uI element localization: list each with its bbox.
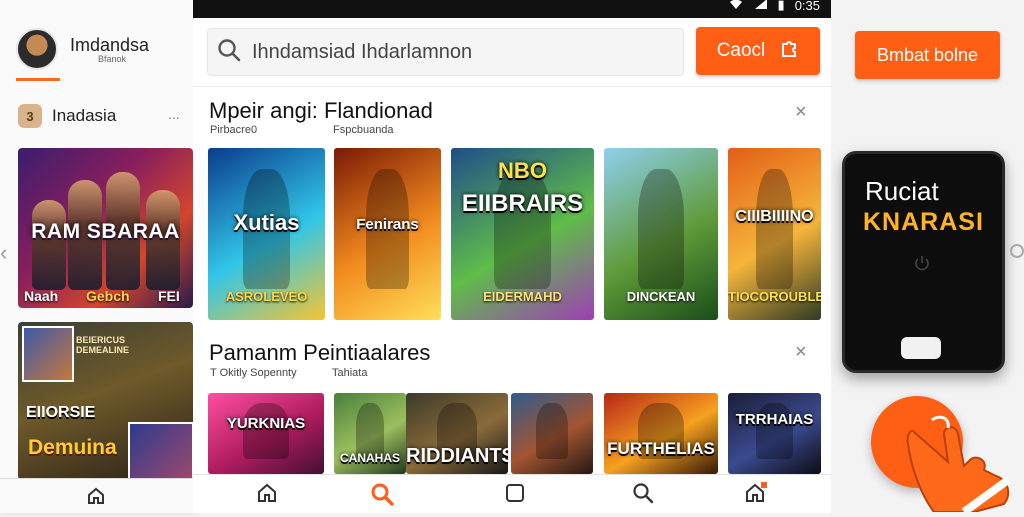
search-bar[interactable] [207, 28, 684, 76]
banner-mini-thumbnail [128, 422, 193, 480]
phone-text: Ruciat [865, 176, 939, 206]
game-tile[interactable]: RIDDIANTS [406, 393, 508, 474]
game-tile[interactable]: TRRHAIAS [728, 393, 821, 474]
tile-caption: ASROLEVEO [225, 289, 308, 304]
tile-title: EIIBRAIRS [461, 190, 584, 217]
tile-art [493, 168, 552, 290]
cancel-label: Caocl [716, 40, 766, 61]
close-icon[interactable]: × [795, 341, 807, 364]
avatar[interactable] [16, 28, 58, 70]
section-subtitle: T Okitly Sopennty [210, 367, 297, 379]
primary-action-button[interactable]: Bmbat bolne [855, 31, 1000, 79]
game-tile[interactable]: YURKNIAS [208, 393, 324, 474]
wifi-icon [728, 0, 744, 13]
home-icon[interactable] [744, 482, 768, 509]
profile-underline [16, 78, 60, 81]
tile-title: RIDDIANTS [406, 445, 508, 467]
game-tile[interactable]: Xutias ASROLEVEO [208, 148, 325, 320]
banner-heading: BEIERICUS DEMEALINE [76, 335, 130, 355]
search-icon[interactable] [216, 37, 242, 68]
section-badge: 3 [18, 104, 42, 128]
game-tile[interactable] [511, 393, 593, 474]
game-tile[interactable]: CANAHAS [334, 393, 406, 474]
banner-caption: FEI [158, 288, 180, 304]
power-icon [913, 254, 931, 277]
section-title: Mpeir angi: Flandionad [209, 98, 433, 123]
tile-title: TRRHAIAS [735, 411, 814, 428]
search-input[interactable] [250, 39, 674, 65]
search-icon[interactable] [632, 482, 654, 509]
game-tile[interactable]: DINCKEAN [604, 148, 718, 320]
status-time: 0:35 [794, 0, 820, 13]
tile-title: FURTHELIAS [607, 439, 715, 458]
tile-title: Fenirans [356, 216, 419, 233]
banner-title: EIIORSIE [26, 404, 96, 421]
section-subtitle: Fspcbuanda [333, 124, 394, 136]
signal-icon [754, 0, 768, 13]
phone-text: KNARASI [863, 208, 984, 236]
game-tile[interactable]: Fenirans [334, 148, 441, 320]
profile[interactable]: Imdandsa Bfanok [16, 28, 149, 70]
tile-art [638, 168, 684, 290]
tile-title: CANAHAS [340, 451, 400, 465]
home-icon[interactable] [256, 482, 278, 509]
game-tile[interactable]: FURTHELIAS [604, 393, 718, 474]
chevron-left-icon[interactable]: ‹ [0, 240, 7, 266]
tile-title: Xutias [233, 210, 300, 235]
section-subtitle: Tahiata [332, 367, 368, 379]
section-title: Pamanm Peintiaalares [209, 340, 431, 365]
tile-art [535, 402, 569, 460]
tile-caption: DINCKEAN [626, 289, 696, 304]
phone-home-button [901, 337, 941, 359]
battery-icon: ▮ [777, 0, 785, 12]
tile-title: CIIIBIIIINO [735, 208, 814, 225]
phone-preview: Ruciat KNARASI [842, 151, 1005, 373]
game-tile[interactable]: NBO EIIBRAIRS EIDERMAHD [451, 148, 594, 320]
status-icons: ▮ 0:35 [728, 0, 820, 13]
banner-caption: Naah [24, 288, 59, 304]
secondary-banner[interactable]: BEIERICUS DEMEALINE EIIORSIE Demuina [18, 322, 193, 480]
square-icon[interactable] [504, 482, 526, 509]
featured-banner[interactable]: RAM SBARAA Naah Gebch FEI [18, 148, 193, 308]
banner-subtitle: Demuina [28, 436, 117, 459]
tile-art [755, 168, 794, 290]
tile-title: YURKNIAS [226, 415, 306, 432]
cancel-button[interactable]: Caocl [696, 27, 820, 75]
tile-caption: TIOCOROUBLE [728, 289, 821, 304]
banner-thumbnail [22, 326, 74, 382]
profile-name: Imdandsa [70, 34, 150, 55]
search-icon[interactable] [370, 482, 394, 511]
game-tile[interactable]: CIIIBIIIINO TIOCOROUBLE [728, 148, 821, 320]
tile-top-text: NBO [498, 158, 547, 183]
section-subtitle: Pirbacre0 [210, 124, 258, 136]
home-icon[interactable] [86, 486, 106, 511]
header-divider [193, 86, 831, 87]
pointing-hand-icon [904, 410, 1022, 517]
puzzle-icon [779, 38, 799, 64]
more-icon[interactable]: ... [168, 106, 180, 122]
tile-caption: EIDERMAHD [483, 289, 562, 304]
banner-caption: Gebch [86, 288, 130, 304]
section-label: Inadasia [52, 106, 117, 125]
close-icon[interactable]: × [795, 101, 807, 124]
sidebar-section-header[interactable]: 3 Inadasia [18, 104, 116, 128]
banner-title: RAM SBARAA [31, 220, 180, 243]
circle-icon [1010, 244, 1024, 258]
